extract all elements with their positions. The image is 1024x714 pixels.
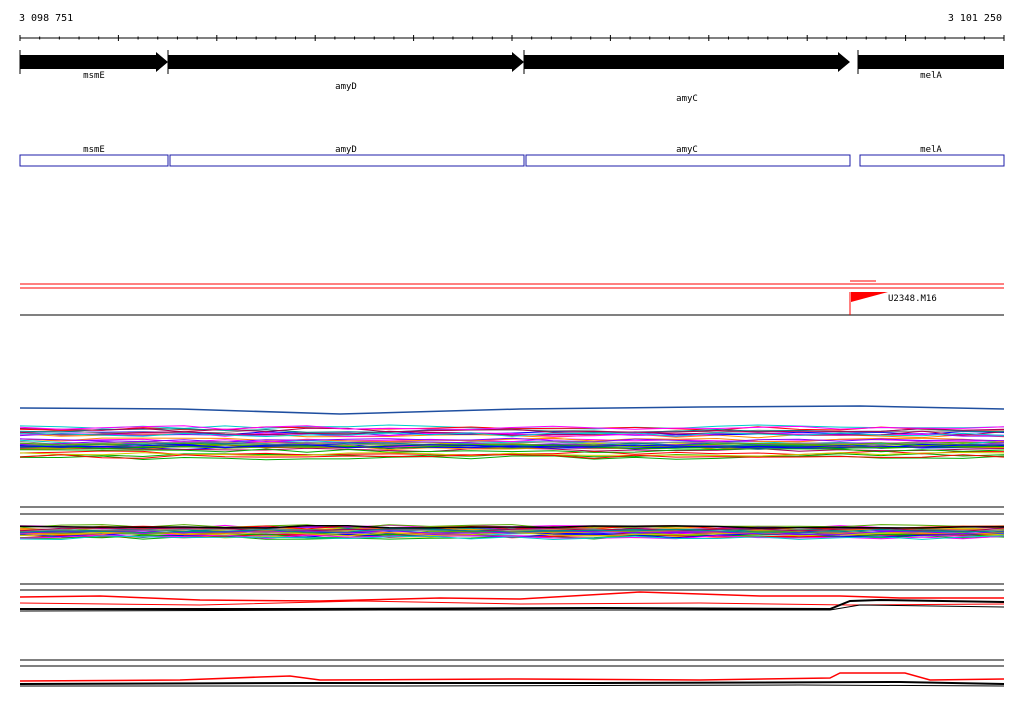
gene-arrow [168,52,524,72]
gene-arrow-track: msmE amyD amyC melA [19,50,1004,104]
gene-box-label: melA [920,145,942,155]
gene-box-label: msmE [83,145,105,155]
gene-arrow [20,52,168,72]
gene-arrow [858,55,1004,69]
gene-box [525,154,851,167]
feature-label[interactable]: U2348.M16 [888,294,937,304]
gene-box-label: amyD [335,145,357,155]
gene-box-label: amyC [676,145,698,155]
gene-box [859,154,1005,167]
expression-profile-line [20,684,1005,687]
expression-profile-line [19,672,1005,682]
tracks-canvas: msmE amyD amyC melA msmE amyD amyC melA U2348.… [19,35,1005,687]
expression-panel-3 [19,583,1005,612]
gene-box [169,154,525,167]
ruler-track [19,35,1005,41]
gene-arrow-label: msmE [83,71,105,81]
gene-arrow [524,52,850,72]
expression-panel-1 [19,405,1005,461]
genome-browser: 3 098 751 3 101 250 msmE amyD amyC melA msm… [0,0,1024,714]
expression-profile-line [19,405,1005,415]
feature-track: U2348.M16 [20,280,1004,316]
gene-arrow-label: amyD [335,82,357,92]
expression-panel-2 [19,506,1005,541]
expression-profile-line [19,680,1005,685]
gene-box-track: msmE amyD amyC melA [19,145,1005,167]
expression-profile-line [19,591,1004,602]
gene-box [19,154,169,167]
feature-flag-icon[interactable] [851,292,888,302]
gene-arrow-label: melA [920,71,942,81]
expression-panel-4 [19,659,1005,687]
gene-arrow-label: amyC [676,94,698,104]
